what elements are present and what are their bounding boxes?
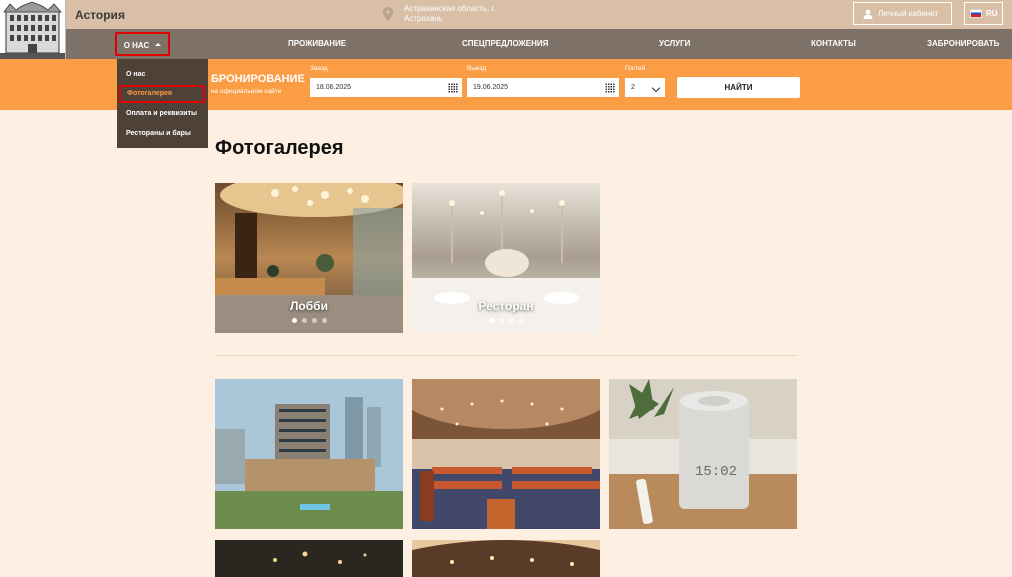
about-dropdown-menu: О нас Фотогалерея Оплата и реквизиты Рес… (117, 59, 208, 148)
nav-about[interactable]: О НАС (115, 32, 170, 56)
nav-accommodation[interactable]: ПРОЖИВАНИЕ (288, 29, 346, 59)
carousel-dot[interactable] (311, 318, 317, 323)
carousel-dots (215, 318, 403, 323)
guests-label: Гостей (625, 65, 646, 72)
carousel-dot[interactable] (291, 318, 297, 323)
russia-flag-icon (970, 9, 982, 18)
carousel-dot[interactable] (321, 318, 327, 323)
carousel-dot[interactable] (488, 318, 494, 323)
smart-speaker-photo: 15:02 (609, 379, 797, 529)
gallery-card-title: Лобби (290, 299, 328, 313)
banquet-hall-photo (412, 540, 600, 577)
gallery-card-conference-hall[interactable] (412, 379, 600, 529)
nav-book[interactable]: ЗАБРОНИРОВАТЬ (927, 29, 999, 59)
language-selector[interactable]: RU (964, 2, 1003, 25)
nav-about-label: О НАС (123, 41, 150, 50)
hotel-logo[interactable] (0, 0, 66, 59)
checkout-date-value: 19.06.2025 (473, 84, 509, 91)
nav-special-offers[interactable]: СПЕЦПРЕДЛОЖЕНИЯ (462, 29, 548, 59)
calendar-icon[interactable] (448, 83, 458, 93)
hotel-building-logo-icon (0, 0, 65, 59)
lounge-photo (215, 540, 403, 577)
carousel-dot[interactable] (508, 318, 514, 323)
gallery-card-hotel-exterior[interactable] (215, 379, 403, 529)
location-line-2: Астрахань (404, 14, 443, 23)
main-nav: О НАС ПРОЖИВАНИЕ СПЕЦПРЕДЛОЖЕНИЯ УСЛУГИ … (0, 29, 1012, 59)
carousel-dot[interactable] (498, 318, 504, 323)
conference-hall-photo (412, 379, 600, 529)
user-icon (863, 9, 873, 19)
gallery-card-banquet-hall[interactable] (412, 540, 600, 577)
language-label: RU (986, 9, 998, 18)
carousel-dots (412, 318, 600, 323)
page-title: Фотогалерея (215, 137, 344, 159)
chevron-down-icon (651, 83, 661, 93)
carousel-dot[interactable] (518, 318, 524, 323)
section-divider (215, 355, 797, 356)
carousel-dot[interactable] (301, 318, 307, 323)
top-bar: Астория Астраханская область, г. Астраха… (0, 0, 1012, 29)
nav-contacts[interactable]: КОНТАКТЫ (811, 29, 856, 59)
menu-item-photo-gallery[interactable]: Фотогалерея (119, 85, 205, 103)
nav-services[interactable]: УСЛУГИ (659, 29, 690, 59)
location-pin-icon (383, 7, 393, 21)
checkin-date-value: 18.06.2025 (316, 84, 352, 91)
gallery-card-title: Ресторан (478, 299, 534, 313)
location-line-1: Астраханская область, г. (404, 4, 496, 13)
menu-item-about[interactable]: О нас (126, 71, 145, 78)
gallery-card-restaurant[interactable]: Ресторан (412, 183, 600, 333)
hotel-exterior-photo (215, 379, 403, 529)
gallery-card-lounge[interactable] (215, 540, 403, 577)
caret-up-icon (155, 43, 162, 46)
checkin-label: Заезд (310, 65, 328, 72)
personal-cabinet-button[interactable]: Личный кабинет (853, 2, 952, 25)
checkout-label: Выезд (467, 65, 487, 72)
guests-value: 2 (631, 84, 635, 91)
checkout-date-field[interactable]: 19.06.2025 (467, 78, 619, 97)
hotel-name[interactable]: Астория (75, 8, 125, 22)
menu-item-restaurants-bars[interactable]: Рестораны и бары (126, 130, 191, 137)
booking-title: БРОНИРОВАНИЕ (211, 73, 305, 85)
booking-subtitle: на официальном сайте (211, 88, 282, 95)
calendar-icon[interactable] (605, 83, 615, 93)
hotel-location: Астраханская область, г. Астрахань (404, 4, 496, 24)
guests-select[interactable]: 2 (625, 78, 665, 97)
personal-cabinet-label: Личный кабинет (878, 9, 939, 18)
menu-item-payment-details[interactable]: Оплата и реквизиты (126, 110, 197, 117)
checkin-date-field[interactable]: 18.06.2025 (310, 78, 462, 97)
find-button[interactable]: НАЙТИ (677, 77, 800, 98)
gallery-card-smart-speaker[interactable]: 15:02 (609, 379, 797, 529)
svg-text:15:02: 15:02 (695, 464, 737, 480)
gallery-card-lobby[interactable]: Лобби (215, 183, 403, 333)
